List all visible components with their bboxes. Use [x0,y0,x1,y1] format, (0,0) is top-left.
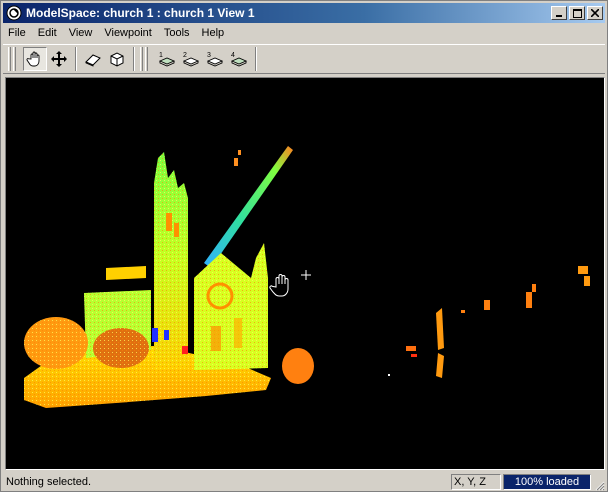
menu-view[interactable]: View [63,24,99,42]
svg-text:1: 1 [159,52,163,59]
title-bar[interactable]: ModelSpace: church 1 : church 1 View 1 [3,3,605,23]
crosshair-cursor-icon [301,270,311,280]
view-4-icon: 4 [230,52,248,67]
resize-grip-icon[interactable] [593,479,605,491]
view-3-button[interactable]: 3 [203,47,227,71]
menu-edit[interactable]: Edit [32,24,63,42]
view-1-button[interactable]: 1 [155,47,179,71]
point-cloud-scene[interactable] [6,78,605,470]
load-progress: 100% loaded [503,474,591,490]
menu-bar: File Edit View Viewpoint Tools Help [3,24,605,42]
minimize-button[interactable] [551,6,567,20]
fragment-points [234,158,238,166]
toolbar-grip[interactable] [145,47,148,71]
pan-tool-button[interactable] [23,47,47,71]
distant-points [436,308,444,350]
svg-text:2: 2 [183,52,187,59]
status-bar: Nothing selected. X, Y, Z 100% loaded [3,473,605,491]
modelspace-app-icon [6,5,22,21]
eraser-icon [85,54,101,67]
cube-icon [110,52,124,67]
view-2-icon: 2 [182,52,200,67]
toolbar-grip[interactable] [140,47,143,71]
tree-points [282,348,314,384]
move-tool-button[interactable] [47,47,71,71]
erase-tool-button[interactable] [81,47,105,71]
hand-cursor-icon [269,274,289,297]
minimize-icon [556,15,562,17]
toolbar: 1 2 3 4 [3,44,605,74]
toolbar-grip[interactable] [8,47,11,71]
hand-pan-icon [26,51,40,67]
view-1-icon: 1 [158,52,176,67]
window-title: ModelSpace: church 1 : church 1 View 1 [26,6,255,20]
menu-tools[interactable]: Tools [158,24,196,42]
cube-tool-button[interactable] [105,47,129,71]
maximize-button[interactable] [569,6,585,20]
toolbar-grip[interactable] [13,47,16,71]
view-3-icon: 3 [206,52,224,67]
crane-points [204,146,293,268]
view-4-button[interactable]: 4 [227,47,251,71]
status-message: Nothing selected. [6,476,91,488]
menu-help[interactable]: Help [196,24,231,42]
menu-viewpoint[interactable]: Viewpoint [98,24,158,42]
marker-points [152,328,158,342]
view-2-button[interactable]: 2 [179,47,203,71]
close-icon [591,9,599,17]
app-window: ModelSpace: church 1 : church 1 View 1 F… [0,0,608,492]
coordinate-readout: X, Y, Z [451,474,501,490]
close-button[interactable] [587,6,603,20]
svg-text:3: 3 [207,52,211,59]
svg-text:4: 4 [231,52,235,59]
load-progress-label: 100% loaded [514,476,580,488]
menu-file[interactable]: File [3,24,32,42]
move-arrows-icon [51,51,67,67]
3d-viewport[interactable] [5,77,605,470]
maximize-icon [572,8,582,18]
